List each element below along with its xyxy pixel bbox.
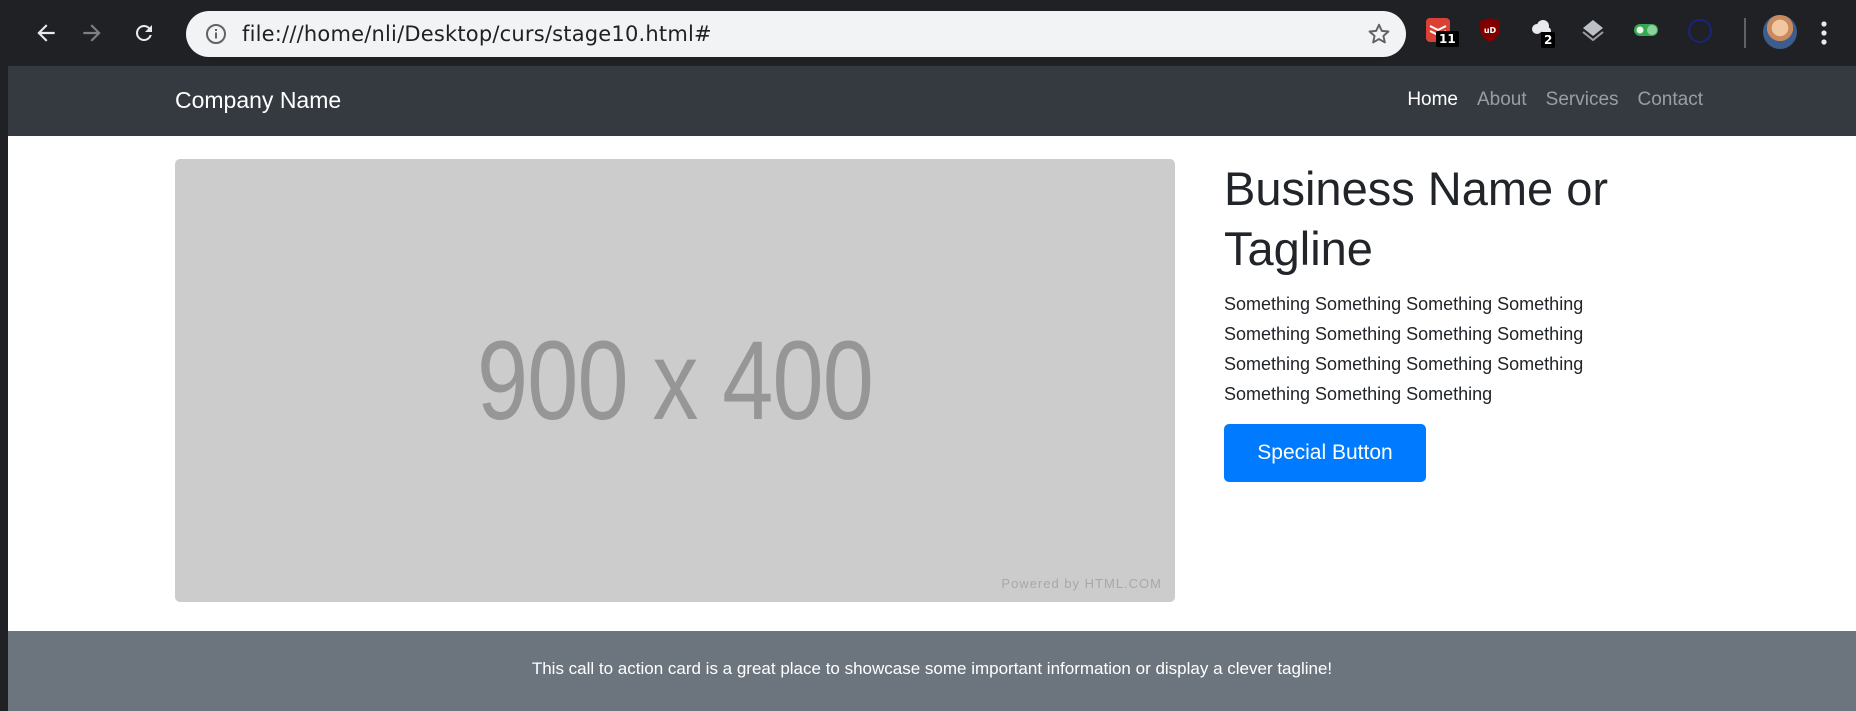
nav-link-about[interactable]: About — [1477, 89, 1527, 111]
hero-description: Something Something Something Something … — [1224, 294, 1584, 404]
placeholder-credit: Powered by HTML.COM — [1001, 576, 1162, 591]
call-to-action-card: This call to action card is a great plac… — [8, 631, 1856, 711]
back-button[interactable] — [28, 15, 64, 51]
navbar-brand[interactable]: Company Name — [175, 87, 341, 114]
hero-text-block: Business Name or Tagline Something Somet… — [1224, 159, 1644, 409]
url-text[interactable]: file:///home/nli/Desktop/curs/stage10.ht… — [242, 22, 712, 46]
reload-icon — [136, 25, 152, 41]
hero-title: Business Name or Tagline — [1224, 162, 1608, 275]
nav-link-services[interactable]: Services — [1546, 89, 1619, 111]
browser-toolbar: file:///home/nli/Desktop/curs/stage10.ht… — [0, 0, 1856, 66]
more-menu-icon[interactable] — [1820, 20, 1828, 46]
cta-text: This call to action card is a great plac… — [531, 659, 1333, 678]
todoist-extension-icon[interactable]: 11 — [1425, 17, 1459, 49]
nav-links: Home About Services Contact — [1388, 89, 1703, 111]
address-bar[interactable]: file:///home/nli/Desktop/curs/stage10.ht… — [186, 11, 1406, 57]
site-navbar: Company Name Home About Services Contact — [8, 66, 1856, 136]
page-viewport: Company Name Home About Services Contact… — [8, 66, 1856, 711]
forward-button[interactable] — [74, 15, 110, 51]
bookmark-star-icon[interactable] — [1366, 21, 1392, 47]
circle-extension-icon[interactable] — [1686, 17, 1718, 49]
profile-avatar[interactable] — [1763, 15, 1797, 49]
special-button[interactable]: Special Button — [1224, 424, 1426, 482]
reload-button[interactable] — [126, 15, 162, 51]
extension-badge: 2 — [1541, 32, 1556, 48]
layers-extension-icon[interactable] — [1580, 17, 1612, 49]
cloud-extension-icon[interactable]: 2 — [1528, 17, 1560, 49]
nav-link-home[interactable]: Home — [1407, 89, 1458, 111]
arrow-right-icon — [83, 24, 101, 42]
hero-placeholder-image: 900 x 400 Powered by HTML.COM — [175, 159, 1175, 602]
ublock-extension-icon[interactable]: uD — [1478, 17, 1510, 49]
svg-text:uD: uD — [1484, 26, 1497, 35]
placeholder-dimensions-text: 900 x 400 — [476, 318, 874, 443]
extension-badge: 11 — [1436, 31, 1459, 47]
arrow-left-icon — [37, 24, 55, 42]
nav-link-contact[interactable]: Contact — [1638, 89, 1703, 111]
info-icon[interactable] — [204, 22, 228, 46]
toggle-extension-icon[interactable] — [1632, 17, 1664, 49]
toolbar-divider — [1744, 18, 1746, 48]
